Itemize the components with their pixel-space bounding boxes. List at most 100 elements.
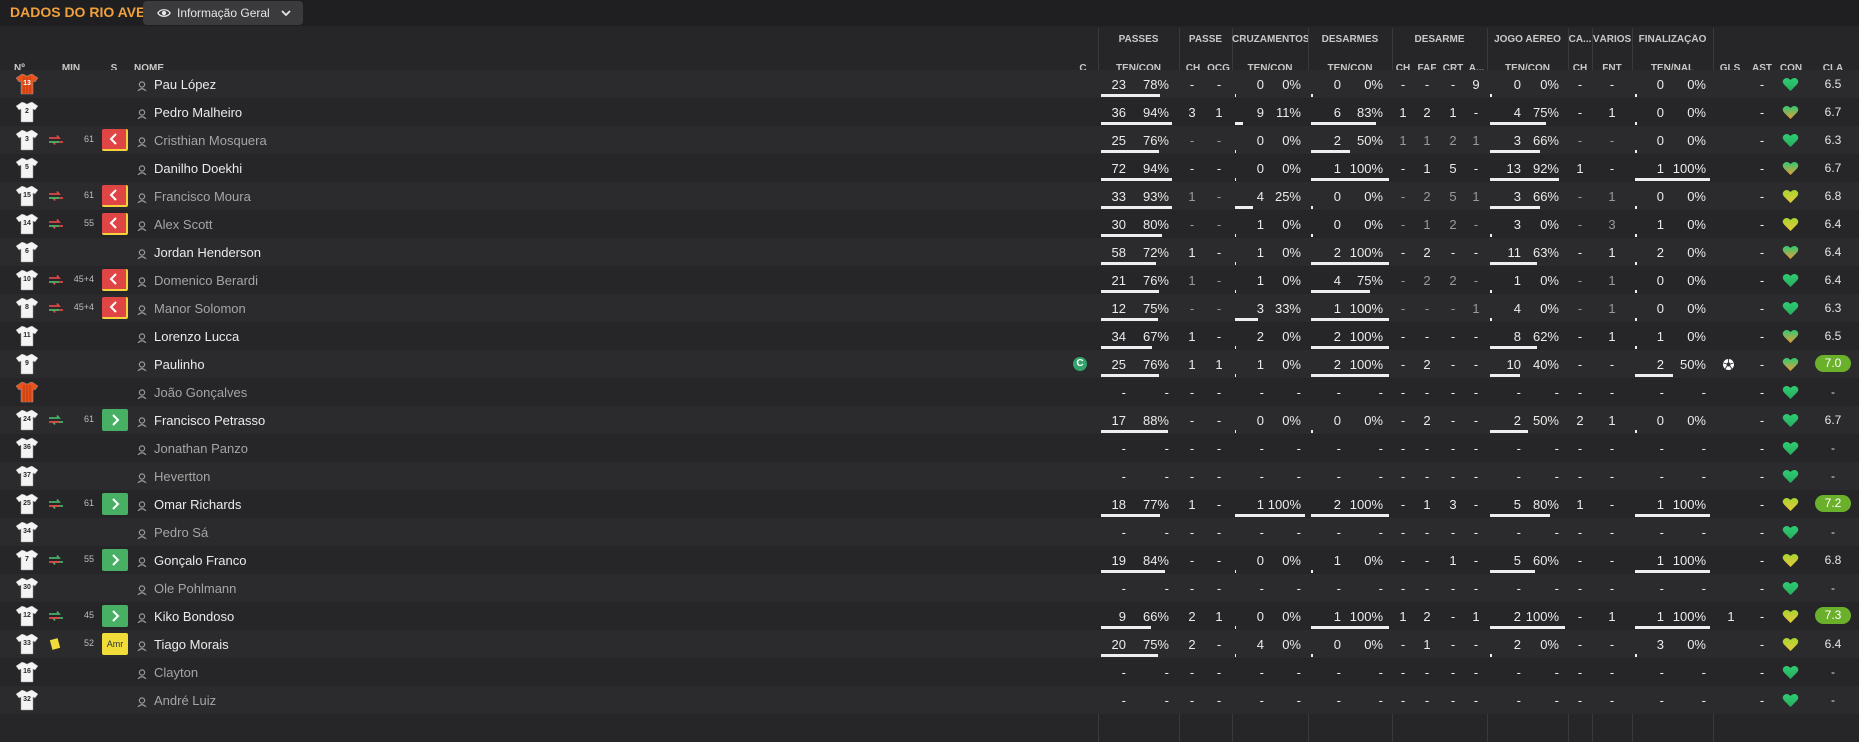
tackles-bar (1311, 262, 1389, 265)
person-icon (137, 443, 147, 456)
player-rating: 6.7 (1824, 105, 1842, 119)
table-row[interactable]: 15 61 Francisco Moura 33 93% 4 25% 0 0% 3 66% 0 0% 1-… (0, 182, 1859, 210)
shirt-icon: 14 (15, 213, 39, 235)
aerial-attempts: - (1516, 665, 1521, 680)
table-row[interactable]: 9 Paulinho C 25 76% 1 0% 2 100% 10 40% 2 50% 1 1 - 2 - - - -… (0, 350, 1859, 378)
table-row[interactable]: 5 Danilho Doekhi 72 94% 0 0% 1 100% 13 92% 1 100% - -… (0, 154, 1859, 182)
player-name[interactable]: Pedro Malheiro (154, 105, 242, 120)
shots-attempts: - (1659, 525, 1664, 540)
player-name[interactable]: Paulinho (154, 357, 205, 372)
substituted-off-button[interactable] (102, 269, 128, 291)
table-row[interactable]: 36 Jonathan Panzo - - - - - - - - - - - - - - - - - - - - (0, 434, 1859, 462)
passes-percent: 76% (1142, 357, 1169, 372)
player-name[interactable]: Kiko Bondoso (154, 609, 234, 624)
substituted-off-button[interactable] (102, 297, 128, 319)
player-name[interactable]: Francisco Moura (154, 189, 251, 204)
player-name[interactable]: Gonçalo Franco (154, 553, 247, 568)
condition-heart-icon (1782, 469, 1799, 484)
desarme-crt: 5 (1449, 189, 1457, 204)
table-row[interactable]: 2 Pedro Malheiro 36 94% 9 11% 6 83% 4 75% 0 0% 3 1 1 2 1… (0, 98, 1859, 126)
player-name[interactable]: Manor Solomon (154, 301, 246, 316)
assists: - (1759, 161, 1765, 176)
group-header-cruzamentos: CRUZAMENTOS (1232, 34, 1308, 45)
player-name[interactable]: Jonathan Panzo (154, 441, 248, 456)
tackles-percent: 83% (1356, 105, 1383, 120)
player-name[interactable]: Omar Richards (154, 497, 241, 512)
aerial-percent: 75% (1532, 105, 1559, 120)
table-row[interactable]: 25 61 Omar Richards 18 77% 1 100% 2 100% 5 80% 1 100… (0, 490, 1859, 518)
substituted-on-button[interactable] (102, 493, 128, 515)
fnt: - (1609, 161, 1615, 176)
view-dropdown[interactable]: Informação Geral (143, 1, 303, 25)
condition-heart-icon (1782, 245, 1799, 260)
shots-percent: - (1701, 441, 1706, 456)
table-row[interactable]: 16 Clayton - - - - - - - - - - - - - - - - - - - - (0, 658, 1859, 686)
chevron-left-icon (109, 301, 117, 313)
person-icon (137, 415, 147, 428)
player-name[interactable]: João Gonçalves (154, 385, 247, 400)
player-name[interactable]: André Luiz (154, 693, 216, 708)
player-name[interactable]: Pedro Sá (154, 525, 208, 540)
table-row[interactable]: 12 45 Kiko Bondoso 9 66% 0 0% 1 100% 2 100% 1 100% 2 1… (0, 602, 1859, 630)
table-row[interactable]: 6 Jordan Henderson 58 72% 1 0% 2 100% 11 63% 2 0% 1 -… (0, 238, 1859, 266)
player-name[interactable]: Lorenzo Lucca (154, 329, 239, 344)
player-name[interactable]: Cristhian Mosquera (154, 133, 267, 148)
shirt-icon: 33 (15, 633, 39, 655)
table-row[interactable]: João Gonçalves - - - - - - - - - - - - - - - - - - - - (0, 378, 1859, 406)
shirt-number: 15 (23, 192, 31, 199)
substituted-on-button[interactable] (102, 409, 128, 431)
cross-bar (1235, 94, 1237, 97)
fnt: - (1609, 665, 1615, 680)
player-name[interactable]: Danilho Doekhi (154, 161, 242, 176)
passes-attempts: 58 (1111, 245, 1126, 260)
desarme-ch: - (1400, 413, 1406, 428)
player-name[interactable]: Francisco Petrasso (154, 413, 265, 428)
desarme-ch: - (1400, 189, 1406, 204)
ca-ch: - (1577, 637, 1583, 652)
substituted-off-button[interactable] (102, 213, 128, 235)
substituted-off-button[interactable] (102, 129, 128, 151)
cross-percent: 33% (1274, 301, 1301, 316)
desarme-crt: 3 (1449, 497, 1457, 512)
person-icon (137, 135, 147, 148)
table-row[interactable]: 24 61 Francisco Petrasso 17 88% 0 0% 0 0% 2 50% 0 0%… (0, 406, 1859, 434)
aerial-attempts: 3 (1513, 133, 1521, 148)
substituted-off-button[interactable] (102, 185, 128, 207)
aerial-attempts: 8 (1513, 329, 1521, 344)
shots-percent: 0% (1687, 189, 1706, 204)
player-rating: 7.2 (1815, 495, 1851, 512)
tackles-attempts: 0 (1333, 637, 1341, 652)
table-row[interactable]: 3 61 Cristhian Mosquera 25 76% 0 0% 2 50% 3 66% 0 0%… (0, 126, 1859, 154)
shots-percent: 0% (1687, 105, 1706, 120)
shirt-icon: 12 (15, 605, 39, 627)
player-name[interactable]: Tiago Morais (154, 637, 229, 652)
player-name[interactable]: Alex Scott (154, 217, 213, 232)
substituted-on-button[interactable] (102, 605, 128, 627)
fnt: 1 (1608, 413, 1616, 428)
player-name[interactable]: Domenico Berardi (154, 273, 258, 288)
table-row[interactable]: 14 55 Alex Scott 30 80% 1 0% 0 0% 3 0% 1 0% - - - 1 2 - - 3 -… (0, 210, 1859, 238)
player-name[interactable]: Clayton (154, 665, 198, 680)
tackles-percent: 50% (1356, 133, 1383, 148)
aerial-attempts: 4 (1513, 105, 1521, 120)
table-row[interactable]: 34 Pedro Sá - - - - - - - - - - - - - - - - - - - - (0, 518, 1859, 546)
player-name[interactable]: Hevertton (154, 469, 210, 484)
table-row[interactable]: 11 Lorenzo Lucca 34 67% 2 0% 2 100% 8 62% 1 0% 1 - - - -… (0, 322, 1859, 350)
table-row[interactable]: 30 Ole Pohlmann - - - - - - - - - - - - - - - - - - - - (0, 574, 1859, 602)
table-row[interactable]: 33 52 Amr Tiago Morais 20 75% 4 0% 0 0% 2 0% 3 0% 2 - - 1… (0, 630, 1859, 658)
table-row[interactable]: 7 55 Gonçalo Franco 19 84% 0 0% 1 0% 5 60% 1 100% - - -… (0, 546, 1859, 574)
player-name[interactable]: Pau López (154, 77, 216, 92)
player-name[interactable]: Jordan Henderson (154, 245, 261, 260)
shots-bar (1635, 94, 1637, 97)
table-row[interactable]: 37 Hevertton - - - - - - - - - - - - - - - - - - - - (0, 462, 1859, 490)
table-row[interactable]: 13 Pau López 23 78% 0 0% 0 0% 0 0% 0 0% - - - - - 9 - - - 6.5 (0, 70, 1859, 98)
table-row[interactable]: 8 45+4 Manor Solomon 12 75% 3 33% 1 100% 4 0% 0 0% - -… (0, 294, 1859, 322)
player-name[interactable]: Ole Pohlmann (154, 581, 236, 596)
table-row[interactable]: 32 André Luiz - - - - - - - - - - - - - - - - - - - - (0, 686, 1859, 714)
table-row[interactable]: 10 45+4 Domenico Berardi 21 76% 1 0% 4 75% 1 0% 0 0%… (0, 266, 1859, 294)
yellow-card-button[interactable]: Amr (102, 633, 128, 655)
desarme-ch: 1 (1399, 609, 1407, 624)
tackles-bar (1311, 206, 1313, 209)
substituted-on-button[interactable] (102, 549, 128, 571)
person-icon (137, 639, 147, 652)
